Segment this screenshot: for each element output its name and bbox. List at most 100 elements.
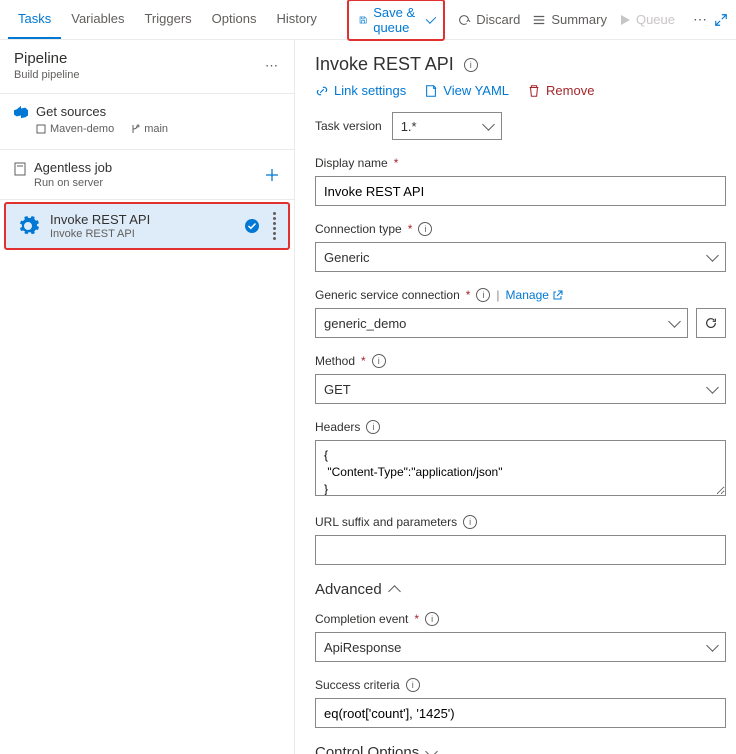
chevron-up-icon: [388, 585, 401, 598]
completion-event-select[interactable]: ApiResponse: [315, 632, 726, 662]
service-connection-select[interactable]: generic_demo: [315, 308, 688, 338]
success-criteria-label: Success criteria: [315, 678, 400, 692]
advanced-section-header[interactable]: Advanced: [315, 581, 726, 598]
connection-type-select[interactable]: Generic: [315, 242, 726, 272]
chevron-down-icon: [706, 249, 719, 262]
link-icon: [315, 84, 329, 98]
queue-label: Queue: [636, 12, 675, 27]
top-toolbar: Tasks Variables Triggers Options History…: [0, 0, 736, 40]
pipeline-header[interactable]: Pipeline Build pipeline ⋯: [0, 40, 294, 94]
left-panel: Pipeline Build pipeline ⋯ Get sources Ma…: [0, 40, 295, 754]
service-connection-value: generic_demo: [324, 316, 406, 331]
repo-icon: [36, 124, 46, 134]
method-value: GET: [324, 382, 351, 397]
server-icon: [14, 162, 26, 176]
branch-icon: [130, 124, 140, 134]
method-select[interactable]: GET: [315, 374, 726, 404]
link-settings-button[interactable]: Link settings: [315, 83, 406, 98]
headers-label: Headers: [315, 420, 360, 434]
chevron-down-icon: [482, 118, 495, 131]
pipeline-more-button[interactable]: ⋯: [265, 58, 280, 74]
service-connection-label: Generic service connection: [315, 288, 460, 302]
agentless-subtitle: Run on server: [34, 177, 112, 189]
play-icon: [619, 14, 631, 26]
completion-event-value: ApiResponse: [324, 640, 401, 655]
panel-title: Invoke REST API: [315, 54, 454, 75]
task-version-select[interactable]: 1.*: [392, 112, 502, 140]
info-icon[interactable]: i: [463, 515, 477, 529]
task-invoke-rest-api[interactable]: Invoke REST API Invoke REST API: [4, 202, 290, 250]
drag-handle[interactable]: [270, 212, 278, 240]
link-settings-label: Link settings: [334, 83, 406, 98]
info-icon[interactable]: i: [476, 288, 490, 302]
info-icon[interactable]: i: [425, 612, 439, 626]
info-icon[interactable]: i: [366, 420, 380, 434]
summary-button[interactable]: Summary: [532, 12, 607, 27]
undo-icon: [457, 13, 471, 27]
save-icon: [359, 13, 367, 27]
discard-button[interactable]: Discard: [457, 12, 520, 27]
tab-tasks[interactable]: Tasks: [8, 0, 61, 39]
task-subtitle: Invoke REST API: [50, 228, 150, 240]
url-suffix-label: URL suffix and parameters: [315, 515, 457, 529]
info-icon[interactable]: i: [418, 222, 432, 236]
remove-button[interactable]: Remove: [527, 83, 594, 98]
save-queue-label: Save & queue: [373, 5, 421, 35]
task-details-panel: Invoke REST API i Link settings View YAM…: [295, 40, 736, 754]
info-icon[interactable]: i: [406, 678, 420, 692]
task-version-label: Task version: [315, 119, 382, 133]
add-task-button[interactable]: [264, 167, 280, 183]
expand-icon: [714, 13, 728, 27]
control-options-section-header[interactable]: Control Options: [315, 744, 726, 754]
success-criteria-input[interactable]: [315, 698, 726, 728]
chevron-down-icon: [668, 315, 681, 328]
chevron-down-icon: [706, 381, 719, 394]
tab-history[interactable]: History: [266, 0, 326, 39]
task-version-value: 1.*: [401, 119, 417, 134]
toolbar-actions: Save & queue Discard Summary Queue ⋯: [347, 0, 714, 41]
tab-options[interactable]: Options: [202, 0, 267, 39]
tab-triggers[interactable]: Triggers: [134, 0, 201, 39]
get-sources-label: Get sources: [36, 104, 106, 119]
yaml-icon: [424, 84, 438, 98]
get-sources-item[interactable]: Get sources Maven-demo main: [0, 94, 294, 150]
save-queue-button[interactable]: Save & queue: [347, 0, 445, 41]
agentless-title: Agentless job: [34, 160, 112, 175]
remove-label: Remove: [546, 83, 594, 98]
task-title: Invoke REST API: [50, 212, 150, 227]
completion-event-label: Completion event: [315, 612, 408, 626]
connection-type-label: Connection type: [315, 222, 402, 236]
refresh-icon: [704, 316, 718, 330]
tab-variables[interactable]: Variables: [61, 0, 134, 39]
azure-devops-icon: [14, 105, 28, 119]
control-options-label: Control Options: [315, 744, 419, 754]
check-circle-icon: [244, 218, 260, 234]
chevron-down-icon: [425, 745, 438, 754]
view-yaml-button[interactable]: View YAML: [424, 83, 509, 98]
url-suffix-input[interactable]: [315, 535, 726, 565]
chevron-down-icon: [425, 13, 435, 23]
pipeline-title: Pipeline: [14, 50, 79, 67]
info-icon[interactable]: i: [464, 58, 478, 72]
trash-icon: [527, 84, 541, 98]
nav-tabs: Tasks Variables Triggers Options History: [8, 0, 327, 39]
more-actions-button[interactable]: ⋯: [687, 11, 714, 28]
advanced-label: Advanced: [315, 581, 382, 598]
info-icon[interactable]: i: [372, 354, 386, 368]
list-icon: [532, 13, 546, 27]
headers-textarea[interactable]: { "Content-Type":"application/json" }: [315, 440, 726, 496]
manage-link[interactable]: Manage: [506, 288, 563, 302]
external-link-icon: [553, 290, 563, 300]
manage-label: Manage: [506, 288, 549, 302]
repo-name: Maven-demo: [50, 123, 114, 135]
refresh-button[interactable]: [696, 308, 726, 338]
chevron-down-icon: [706, 639, 719, 652]
view-yaml-label: View YAML: [443, 83, 509, 98]
method-label: Method: [315, 354, 355, 368]
agentless-job-header[interactable]: Agentless job Run on server: [0, 150, 294, 200]
pipeline-subtitle: Build pipeline: [14, 69, 79, 81]
display-name-input[interactable]: [315, 176, 726, 206]
display-name-label: Display name: [315, 156, 388, 170]
summary-label: Summary: [551, 12, 607, 27]
expand-button[interactable]: [714, 13, 728, 27]
